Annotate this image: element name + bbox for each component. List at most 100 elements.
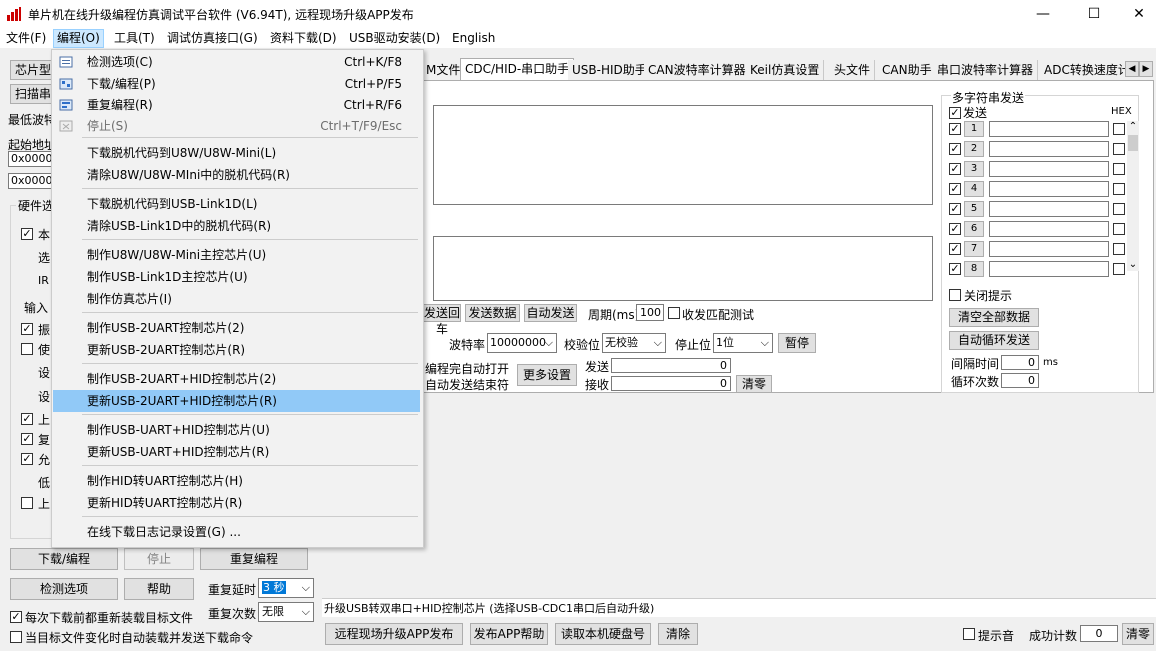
menu-usb-driver[interactable]: USB驱动安装(D) — [346, 30, 443, 47]
row-number-button[interactable]: 3 — [964, 161, 984, 177]
clear-all-button[interactable]: 清空全部数据 — [949, 308, 1039, 327]
row-number-button[interactable]: 4 — [964, 181, 984, 197]
receive-textarea[interactable] — [433, 105, 933, 205]
row-number-button[interactable]: 1 — [964, 121, 984, 137]
parity-select[interactable]: 无校验 ⌵ — [602, 333, 666, 353]
auto-reload-checkbox[interactable] — [10, 631, 22, 643]
menu-item[interactable]: 更新USB-2UART+HID控制芯片(R) — [53, 390, 420, 412]
row-hex-checkbox[interactable] — [1113, 143, 1125, 155]
period-field[interactable]: 100 — [636, 304, 664, 321]
address-field-2[interactable]: 0x0000 — [8, 173, 54, 189]
stop-button[interactable]: 停止 — [124, 548, 194, 570]
tab-cdc-serial[interactable]: CDC/HID-串口助手 — [460, 58, 575, 81]
row-text-field[interactable] — [989, 261, 1109, 277]
tab-can-helper[interactable]: CAN助手 — [878, 60, 937, 80]
row-text-field[interactable] — [989, 121, 1109, 137]
tab-scroll-right-icon[interactable]: ▶ — [1139, 61, 1153, 77]
tab-can-baud[interactable]: CAN波特率计算器 — [644, 60, 751, 80]
menu-debug[interactable]: 调试仿真接口(G) — [164, 30, 261, 47]
scan-serial-button[interactable]: 扫描串 — [10, 84, 56, 104]
clear-zero-button[interactable]: 清零 — [1122, 623, 1154, 645]
menu-item[interactable]: 重复编程(R) Ctrl+R/F6 — [53, 94, 420, 116]
row-text-field[interactable] — [989, 181, 1109, 197]
menu-item[interactable]: 下载脱机代码到USB-Link1D(L) — [53, 193, 420, 215]
repeat-count-select[interactable]: 无限 ⌵ — [258, 602, 314, 622]
multi-scrollbar[interactable]: ⌃ ⌄ — [1127, 121, 1139, 271]
row-send-checkbox[interactable]: ✓ — [949, 223, 961, 235]
download-program-button[interactable]: 下载/编程 — [10, 548, 118, 570]
clear-button[interactable]: 清除 — [658, 623, 698, 645]
scroll-thumb[interactable] — [1128, 135, 1138, 151]
menu-item[interactable]: 制作USB-Link1D主控芯片(U) — [53, 266, 420, 288]
menu-item[interactable]: 下载脱机代码到U8W/U8W-Mini(L) — [53, 142, 420, 164]
row-send-checkbox[interactable]: ✓ — [949, 163, 961, 175]
menu-item[interactable]: 清除U8W/U8W-MIni中的脱机代码(R) — [53, 164, 420, 186]
tab-keil[interactable]: Keil仿真设置 — [746, 60, 825, 80]
option-checkbox[interactable] — [21, 497, 33, 509]
minimize-button[interactable]: — — [1020, 0, 1066, 28]
chevron-up-icon[interactable]: ⌃ — [1127, 121, 1139, 132]
menu-item[interactable]: 制作USB-2UART+HID控制芯片(2) — [53, 368, 420, 390]
help-button[interactable]: 帮助 — [124, 578, 194, 600]
stop-bits-select[interactable]: 1位 ⌵ — [713, 333, 773, 353]
tab-scroll-left-icon[interactable]: ◀ — [1125, 61, 1139, 77]
option-checkbox[interactable]: ✓ — [21, 433, 33, 445]
row-send-checkbox[interactable]: ✓ — [949, 143, 961, 155]
send-textarea[interactable] — [433, 236, 933, 301]
menu-item[interactable]: 更新USB-2UART控制芯片(R) — [53, 339, 420, 361]
row-hex-checkbox[interactable] — [1113, 243, 1125, 255]
menu-item[interactable]: 更新HID转UART控制芯片(R) — [53, 492, 420, 514]
interval-field[interactable]: 0 — [1001, 355, 1039, 370]
row-number-button[interactable]: 2 — [964, 141, 984, 157]
menu-item[interactable]: 制作U8W/U8W-Mini主控芯片(U) — [53, 244, 420, 266]
menu-program[interactable]: 编程(O) — [53, 29, 104, 48]
option-checkbox[interactable]: ✓ — [21, 228, 33, 240]
option-checkbox[interactable] — [21, 343, 33, 355]
tab-uart-baud[interactable]: 串口波特率计算器 — [933, 60, 1039, 80]
option-checkbox[interactable]: ✓ — [21, 453, 33, 465]
row-text-field[interactable] — [989, 221, 1109, 237]
check-options-button[interactable]: 检测选项 — [10, 578, 118, 600]
tab-header-file[interactable]: 头文件 — [830, 60, 876, 80]
address-field-1[interactable]: 0x0000 — [8, 151, 54, 167]
publish-help-button[interactable]: 发布APP帮助 — [470, 623, 548, 645]
menu-item[interactable]: 更新USB-UART+HID控制芯片(R) — [53, 441, 420, 463]
loop-count-field[interactable]: 0 — [1001, 373, 1039, 388]
row-hex-checkbox[interactable] — [1113, 123, 1125, 135]
remote-upgrade-button[interactable]: 远程现场升级APP发布 — [325, 623, 463, 645]
row-hex-checkbox[interactable] — [1113, 163, 1125, 175]
chevron-down-icon[interactable]: ⌄ — [1127, 259, 1139, 270]
menu-item[interactable]: 制作HID转UART控制芯片(H) — [53, 470, 420, 492]
send-data-button[interactable]: 发送数据 — [465, 304, 520, 322]
tab-usb-hid[interactable]: USB-HID助手 — [568, 60, 652, 80]
close-tip-checkbox[interactable] — [949, 289, 961, 301]
menu-tools[interactable]: 工具(T) — [111, 30, 158, 47]
tab-file[interactable]: M文件 — [422, 60, 466, 80]
option-checkbox[interactable]: ✓ — [21, 323, 33, 335]
menu-item[interactable]: 制作仿真芯片(I) — [53, 288, 420, 310]
maximize-button[interactable]: ☐ — [1071, 0, 1117, 28]
row-text-field[interactable] — [989, 161, 1109, 177]
row-number-button[interactable]: 5 — [964, 201, 984, 217]
auto-send-button[interactable]: 自动发送 — [524, 304, 577, 322]
row-hex-checkbox[interactable] — [1113, 203, 1125, 215]
tab-adc[interactable]: ADC转换速度计 — [1040, 60, 1134, 80]
repeat-delay-select[interactable]: 3 秒 ⌵ — [258, 578, 314, 598]
row-hex-checkbox[interactable] — [1113, 183, 1125, 195]
menu-file[interactable]: 文件(F) — [3, 30, 49, 47]
baud-select[interactable]: 10000000 ⌵ — [487, 333, 557, 353]
auto-loop-button[interactable]: 自动循环发送 — [949, 331, 1039, 350]
menu-item[interactable]: 制作USB-2UART控制芯片(2) — [53, 317, 420, 339]
clear-count-button[interactable]: 清零 — [736, 375, 772, 393]
row-text-field[interactable] — [989, 201, 1109, 217]
repeat-program-button[interactable]: 重复编程 — [200, 548, 308, 570]
row-number-button[interactable]: 7 — [964, 241, 984, 257]
row-send-checkbox[interactable]: ✓ — [949, 183, 961, 195]
menu-item[interactable]: 制作USB-UART+HID控制芯片(U) — [53, 419, 420, 441]
more-settings-button[interactable]: 更多设置 — [517, 364, 577, 386]
row-text-field[interactable] — [989, 141, 1109, 157]
row-number-button[interactable]: 6 — [964, 221, 984, 237]
reload-each-checkbox[interactable]: ✓ — [10, 611, 22, 623]
menu-english[interactable]: English — [449, 30, 498, 47]
row-number-button[interactable]: 8 — [964, 261, 984, 277]
